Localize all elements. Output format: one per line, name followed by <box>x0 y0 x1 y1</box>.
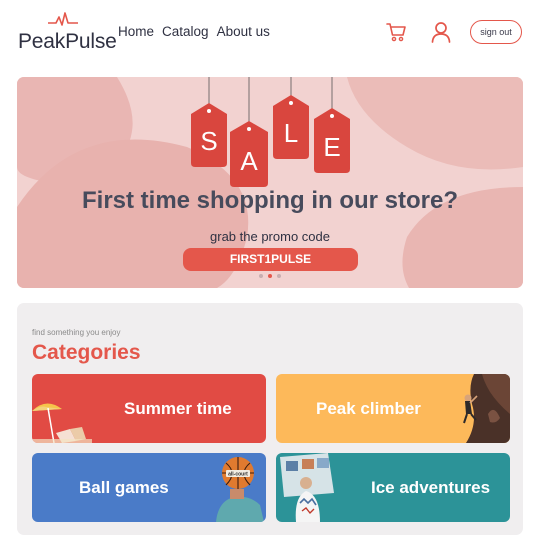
category-label-peak-climber: Peak climber <box>316 399 421 418</box>
tag-letter-a: A <box>240 146 258 176</box>
brand-logo[interactable]: PeakPulse <box>18 12 117 53</box>
categories-title: Categories <box>32 341 141 364</box>
sign-out-button[interactable]: sign out <box>470 20 522 44</box>
user-icon[interactable] <box>430 21 452 43</box>
cart-icon[interactable] <box>385 21 407 43</box>
sale-tags-illustration: S A L E <box>191 77 350 187</box>
site-header: PeakPulse Home Catalog About us sign out <box>0 0 535 64</box>
pulse-icon <box>48 12 78 26</box>
basketball-player-icon: all-court <box>216 457 264 522</box>
carousel-dots <box>259 274 281 278</box>
tag-letter-s: S <box>200 126 217 156</box>
nav-about-us[interactable]: About us <box>217 24 270 39</box>
category-card-ice-adventures[interactable]: Ice adventures <box>276 453 510 522</box>
svg-text:all-court: all-court <box>228 472 248 478</box>
ice-adventure-photo-icon <box>280 453 334 522</box>
category-card-summer-time[interactable]: Summer time <box>32 374 266 443</box>
category-card-ball-games[interactable]: all-court Ball games <box>32 453 266 522</box>
carousel-dot-active[interactable] <box>268 274 272 278</box>
carousel-dot[interactable] <box>259 274 263 278</box>
category-label-summer-time: Summer time <box>124 399 232 418</box>
banner-subtext: grab the promo code <box>210 229 330 244</box>
banner-headline: First time shopping in our store? <box>81 187 458 214</box>
tag-letter-e: E <box>323 132 340 162</box>
categories-eyebrow: find something you enjoy <box>32 328 121 337</box>
categories-panel: find something you enjoy Categories Summ… <box>17 303 523 535</box>
brand-name: PeakPulse <box>18 30 117 53</box>
promo-code-button[interactable]: FIRST1PULSE <box>183 248 358 271</box>
nav-catalog[interactable]: Catalog <box>162 24 209 39</box>
promo-banner: S A L E First time shopping in our store… <box>17 77 523 288</box>
climber-photo-icon <box>463 374 510 443</box>
category-card-peak-climber[interactable]: Peak climber <box>276 374 510 443</box>
category-label-ice-adventures: Ice adventures <box>371 478 491 497</box>
tag-letter-l: L <box>284 118 298 148</box>
nav-home[interactable]: Home <box>118 24 154 39</box>
category-label-ball-games: Ball games <box>79 478 169 497</box>
main-nav: Home Catalog About us <box>118 24 270 39</box>
beach-umbrella-icon <box>32 403 92 443</box>
carousel-dot[interactable] <box>277 274 281 278</box>
